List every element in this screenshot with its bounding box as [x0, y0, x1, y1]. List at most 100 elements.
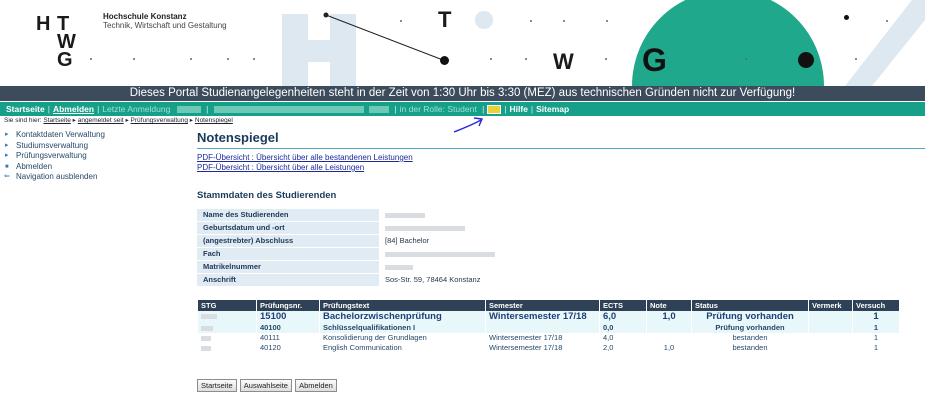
remark-cell	[809, 343, 852, 353]
status-cell: bestanden	[732, 333, 768, 342]
deco-dot	[745, 58, 747, 60]
field-value	[379, 248, 925, 260]
logout-button[interactable]: Abmelden	[295, 379, 337, 392]
role-label: in der Rolle: Student	[399, 104, 477, 114]
stg-cell	[198, 333, 256, 343]
ects-cell: 6,0	[600, 311, 646, 323]
table-header-row: STG Prüfungsnr. Prüfungstext Semester EC…	[198, 300, 899, 311]
deco-dot	[855, 58, 857, 60]
exam-number-cell: 40120	[260, 343, 281, 352]
column-header: STG	[198, 300, 256, 311]
sidebar-item-label: Navigation ausblenden	[16, 172, 98, 182]
column-header: Semester	[486, 300, 599, 311]
field-value	[379, 261, 925, 273]
attempt-cell: 1	[873, 333, 879, 342]
topnav-help-link[interactable]: Hilfe	[510, 104, 528, 114]
sidebar-item-label: Studiumsverwaltung	[16, 140, 89, 150]
field-label: Fach	[197, 248, 379, 260]
page-title: Notenspiegel	[197, 130, 279, 145]
site-banner: H T W G Hochschule Konstanz Technik, Wir…	[0, 0, 925, 86]
sidebar-item-logout[interactable]: ■ Abmelden	[4, 162, 189, 173]
column-header: Prüfungsnr.	[257, 300, 319, 311]
selection-page-button[interactable]: Auswahlseite	[239, 379, 292, 392]
ects-cell: 0,0	[600, 323, 646, 333]
deco-dot	[400, 20, 402, 22]
maintenance-notice: Dieses Portal Studienangelegenheiten ste…	[0, 86, 925, 101]
deco-dot	[525, 58, 527, 60]
language-switch-icon[interactable]	[487, 105, 502, 115]
redacted-value	[385, 225, 465, 231]
square-bullet-icon: ■	[5, 163, 9, 170]
field-label: Name des Studierenden	[197, 209, 379, 221]
deco-dot	[227, 58, 229, 60]
field-value	[379, 209, 925, 221]
deco-dot	[253, 58, 255, 60]
action-buttons: Startseite Auswahlseite Abmelden	[197, 379, 338, 392]
deco-dot	[190, 58, 192, 60]
grade-cell	[647, 333, 691, 343]
sidebar-item-study-admin[interactable]: ▸ Studiumsverwaltung	[4, 141, 189, 152]
exam-text-cell: Konsolidierung der Grundlagen	[323, 333, 427, 342]
university-subtitle: Technik, Wirtschaft und Gestaltung	[103, 21, 227, 30]
semester-cell: Wintersemester 17/18	[489, 343, 563, 352]
table-row: Matrikelnummer	[197, 261, 925, 273]
breadcrumb: Sie sind hier: Startseite ▸ angemeldet s…	[4, 117, 233, 125]
exam-number-cell: 15100	[257, 311, 319, 323]
pdf-all-link[interactable]: PDF-Übersicht : Übersicht über alle Leis…	[197, 163, 925, 173]
deco-dot	[605, 58, 607, 60]
breadcrumb-exam-admin[interactable]: Prüfungsverwaltung	[131, 117, 188, 124]
start-page-button[interactable]: Startseite	[197, 379, 237, 392]
deco-letter-t: T	[438, 7, 452, 32]
sidebar-item-label: Kontaktdaten Verwaltung	[16, 130, 105, 139]
topnav-start-link[interactable]: Startseite	[6, 104, 45, 114]
status-cell: Prüfung vorhanden	[692, 311, 808, 323]
deco-letter-w: W	[553, 49, 574, 74]
remark-cell	[809, 311, 852, 323]
deco-dot	[133, 58, 135, 60]
ects-cell: 2,0	[603, 343, 614, 352]
breadcrumb-grades[interactable]: Notenspiegel	[195, 117, 233, 124]
sidebar-navigation: ▸ Kontaktdaten Verwaltung ▸ Studiumsverw…	[4, 130, 189, 183]
student-data-table: Name des Studierenden Geburtsdatum und -…	[197, 208, 925, 287]
attempt-cell: 1	[853, 311, 899, 323]
grade-cell: 1,0	[647, 311, 691, 323]
pdf-links: PDF-Übersicht : Übersicht über alle best…	[197, 153, 925, 173]
grades-table: STG Prüfungsnr. Prüfungstext Semester EC…	[197, 300, 900, 353]
stg-cell	[198, 311, 256, 323]
stg-cell	[198, 343, 256, 353]
university-name: Hochschule Konstanz	[103, 12, 187, 21]
redacted-user-info	[213, 106, 364, 114]
nav-separator: |	[482, 104, 485, 114]
table-row: 40120 English Communication Wintersemest…	[198, 343, 899, 353]
column-header: Vermerk	[809, 300, 852, 311]
nav-separator: |	[530, 104, 534, 114]
pdf-passed-link[interactable]: PDF-Übersicht : Übersicht über alle best…	[197, 153, 925, 163]
deco-letter-g: G	[642, 42, 667, 78]
breadcrumb-start[interactable]: Startseite	[43, 117, 70, 124]
topnav-sitemap-link[interactable]: Sitemap	[536, 104, 569, 114]
deco-dot	[606, 20, 608, 22]
redacted-value	[201, 345, 211, 351]
topnav-logout-link[interactable]: Abmelden	[53, 104, 94, 114]
deco-dot	[530, 20, 532, 22]
nav-separator: |	[394, 104, 397, 114]
sidebar-item-hide-navigation[interactable]: ⇐ Navigation ausblenden	[4, 172, 189, 183]
attempt-cell: 1	[853, 323, 899, 333]
redacted-value	[385, 264, 413, 270]
arrows-icon: ⇐	[4, 173, 10, 181]
triangle-right-icon: ▸	[5, 141, 9, 149]
column-header: Note	[647, 300, 691, 311]
title-divider	[197, 148, 925, 149]
sidebar-item-contact-admin[interactable]: ▸ Kontaktdaten Verwaltung	[4, 130, 189, 141]
field-label: Matrikelnummer	[197, 261, 379, 273]
semester-cell: Wintersemester 17/18	[489, 333, 563, 342]
field-value: [84] Bachelor	[379, 235, 925, 247]
exam-text-cell: English Communication	[323, 343, 402, 352]
logo-letter-g: G	[57, 49, 73, 71]
remark-cell	[809, 323, 852, 333]
deco-dot-large	[440, 56, 449, 65]
sidebar-item-exam-admin[interactable]: ▸ Prüfungsverwaltung	[4, 151, 189, 162]
breadcrumb-logged-in[interactable]: angemeldet seit	[78, 117, 124, 124]
logo-letter-h: H	[36, 13, 51, 35]
field-value	[379, 222, 925, 234]
